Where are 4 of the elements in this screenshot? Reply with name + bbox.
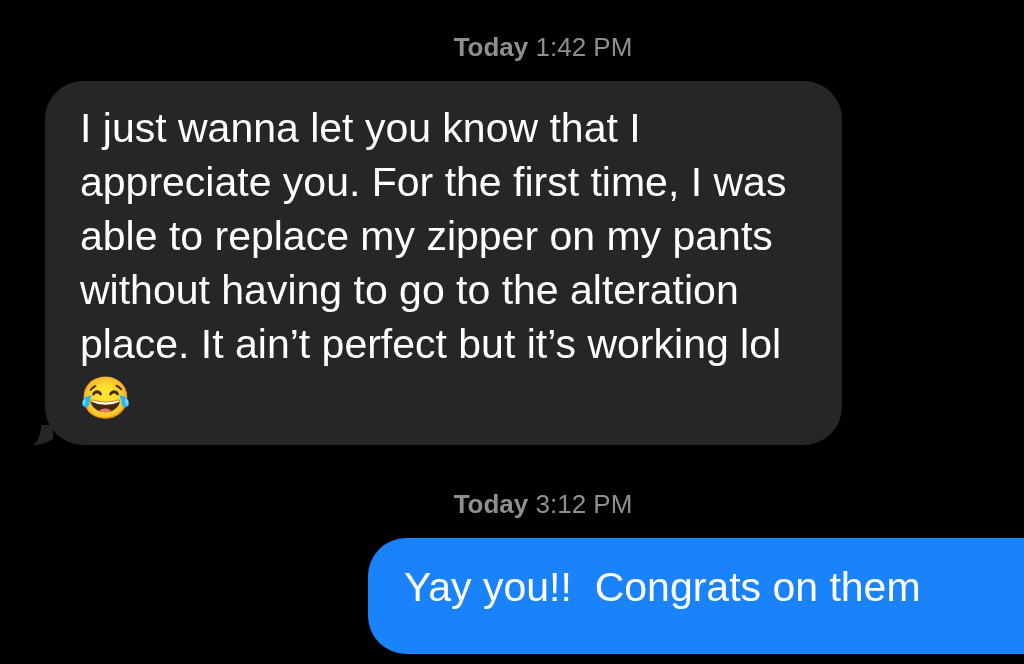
timestamp: Today 3:12 PM <box>452 489 634 520</box>
timestamp: Today 1:42 PM <box>452 32 634 63</box>
message-text: Yay you!! Congrats on them <box>404 564 921 610</box>
message-text: I just wanna let you know that I appreciate you. For the first time, I was able to replace my zipper on my pants without having to go to the alteration place. It ain’t perfect but it’s working lol 😂 <box>80 105 788 421</box>
